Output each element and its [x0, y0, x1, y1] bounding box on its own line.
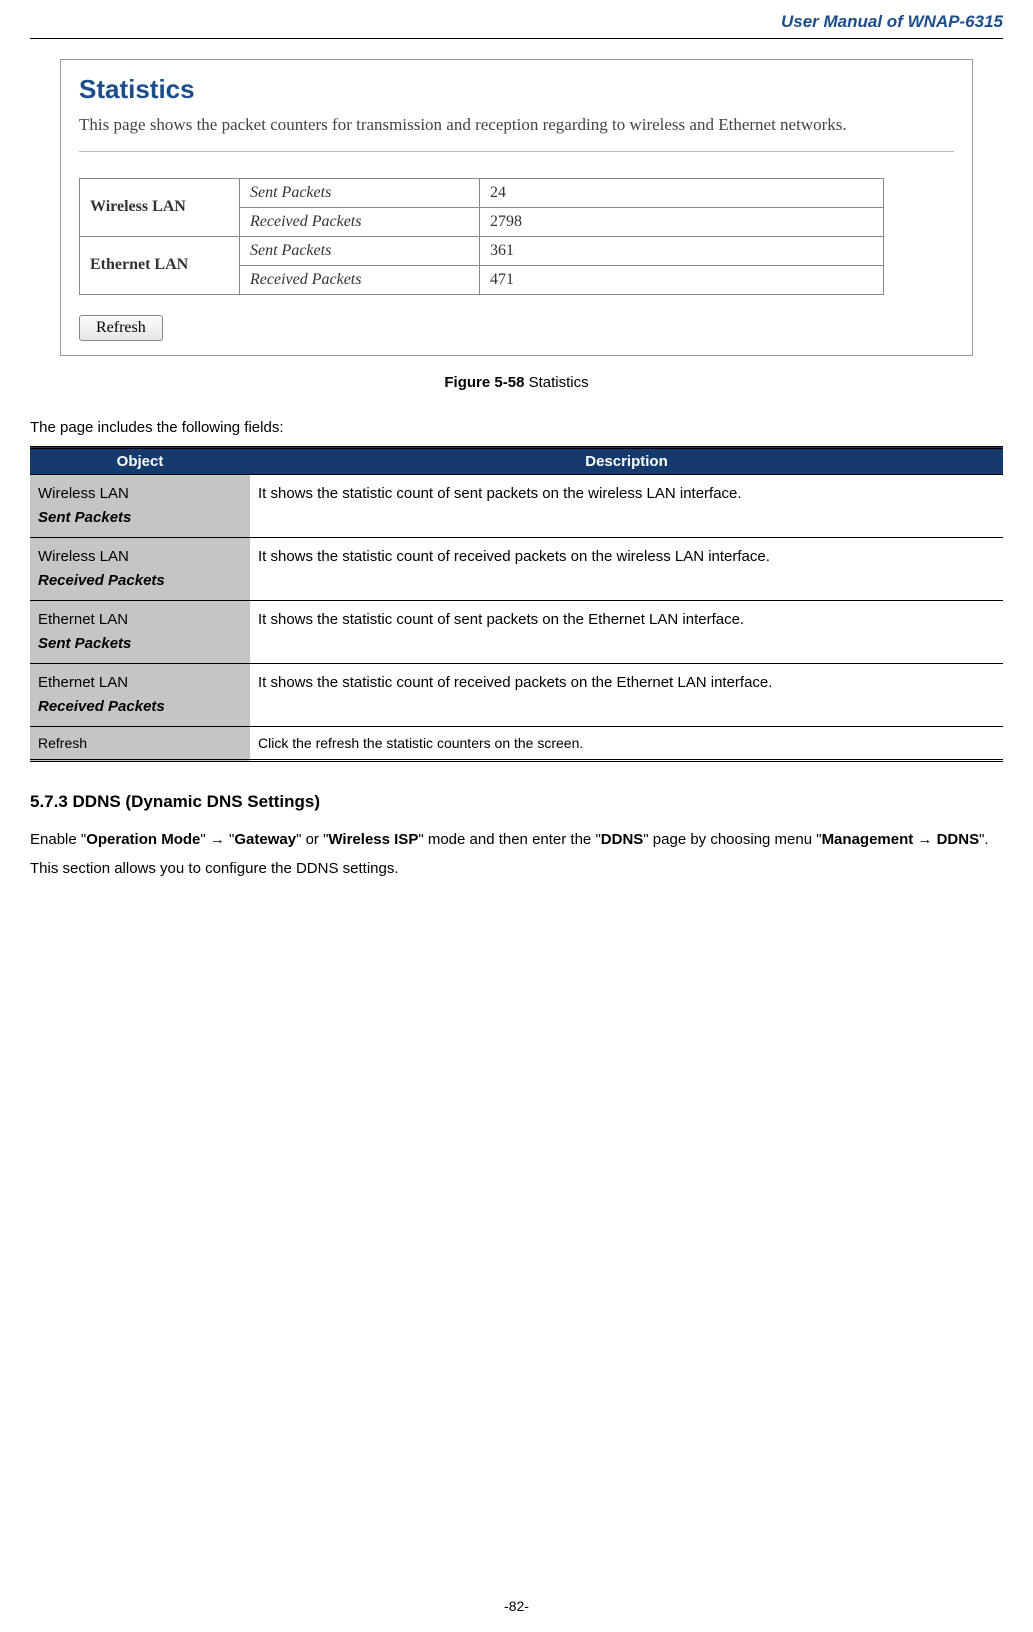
description-cell: It shows the statistic count of sent pac… [250, 474, 1003, 537]
object-line2: Received Packets [38, 695, 242, 719]
para-text: " page by choosing menu " [643, 831, 821, 848]
ethernet-lan-label: Ethernet LAN [80, 236, 240, 294]
table-row: Ethernet LAN Sent Packets It shows the s… [30, 600, 1003, 663]
description-cell: It shows the statistic count of received… [250, 537, 1003, 600]
para-bold: Gateway [234, 831, 296, 848]
para-bold: Wireless ISP [328, 831, 418, 848]
wlan-recv-value: 2798 [480, 207, 884, 236]
object-cell: Ethernet LAN Sent Packets [30, 600, 250, 663]
received-packets-label: Received Packets [240, 207, 480, 236]
object-cell: Wireless LAN Sent Packets [30, 474, 250, 537]
para-text: " or " [296, 831, 328, 848]
figure-number: Figure 5-58 [444, 374, 524, 391]
description-cell: Click the refresh the statistic counters… [250, 726, 1003, 760]
description-table: Object Description Wireless LAN Sent Pac… [30, 446, 1003, 762]
object-line1: Ethernet LAN [38, 608, 242, 632]
arrow-icon: → [210, 831, 225, 848]
para-bold: DDNS [601, 831, 644, 848]
table-row: Ethernet LAN Received Packets It shows t… [30, 663, 1003, 726]
wlan-sent-value: 24 [480, 178, 884, 207]
received-packets-label: Received Packets [240, 265, 480, 294]
object-line2: Sent Packets [38, 632, 242, 656]
object-line1: Wireless LAN [38, 482, 242, 506]
table-row: Ethernet LAN Sent Packets 361 [80, 236, 884, 265]
statistics-table: Wireless LAN Sent Packets 24 Received Pa… [79, 178, 884, 295]
para-text: " [225, 831, 235, 848]
wireless-lan-label: Wireless LAN [80, 178, 240, 236]
table-row: Refresh Click the refresh the statistic … [30, 726, 1003, 760]
sent-packets-label: Sent Packets [240, 236, 480, 265]
para-text: Enable " [30, 831, 86, 848]
elan-sent-value: 361 [480, 236, 884, 265]
object-line1: Wireless LAN [38, 545, 242, 569]
figure-title: Statistics [524, 374, 588, 391]
table-row: Wireless LAN Sent Packets It shows the s… [30, 474, 1003, 537]
object-cell: Refresh [30, 726, 250, 760]
para-text: " mode and then enter the " [418, 831, 600, 848]
table-row: Wireless LAN Received Packets It shows t… [30, 537, 1003, 600]
statistics-description: This page shows the packet counters for … [79, 113, 954, 137]
para-bold: Management → DDNS [822, 831, 980, 848]
object-line2: Sent Packets [38, 506, 242, 530]
refresh-button[interactable]: Refresh [79, 315, 163, 341]
section-paragraph: Enable "Operation Mode" → "Gateway" or "… [30, 826, 1003, 883]
para-text: " [200, 831, 210, 848]
section-heading: 5.7.3 DDNS (Dynamic DNS Settings) [30, 792, 1003, 812]
statistics-divider [79, 151, 954, 152]
object-cell: Wireless LAN Received Packets [30, 537, 250, 600]
page-header: User Manual of WNAP-6315 [30, 0, 1003, 38]
para-bold: Operation Mode [86, 831, 200, 848]
description-cell: It shows the statistic count of sent pac… [250, 600, 1003, 663]
intro-text: The page includes the following fields: [30, 419, 1003, 436]
description-header: Description [250, 447, 1003, 474]
object-line1: Ethernet LAN [38, 671, 242, 695]
statistics-title: Statistics [79, 74, 954, 105]
description-cell: It shows the statistic count of received… [250, 663, 1003, 726]
object-header: Object [30, 447, 250, 474]
statistics-screenshot-panel: Statistics This page shows the packet co… [60, 59, 973, 356]
table-header-row: Object Description [30, 447, 1003, 474]
table-row: Wireless LAN Sent Packets 24 [80, 178, 884, 207]
page-number: -82- [0, 1598, 1033, 1614]
header-rule [30, 38, 1003, 39]
sent-packets-label: Sent Packets [240, 178, 480, 207]
elan-recv-value: 471 [480, 265, 884, 294]
object-line2: Received Packets [38, 569, 242, 593]
figure-caption: Figure 5-58 Statistics [30, 374, 1003, 391]
object-cell: Ethernet LAN Received Packets [30, 663, 250, 726]
